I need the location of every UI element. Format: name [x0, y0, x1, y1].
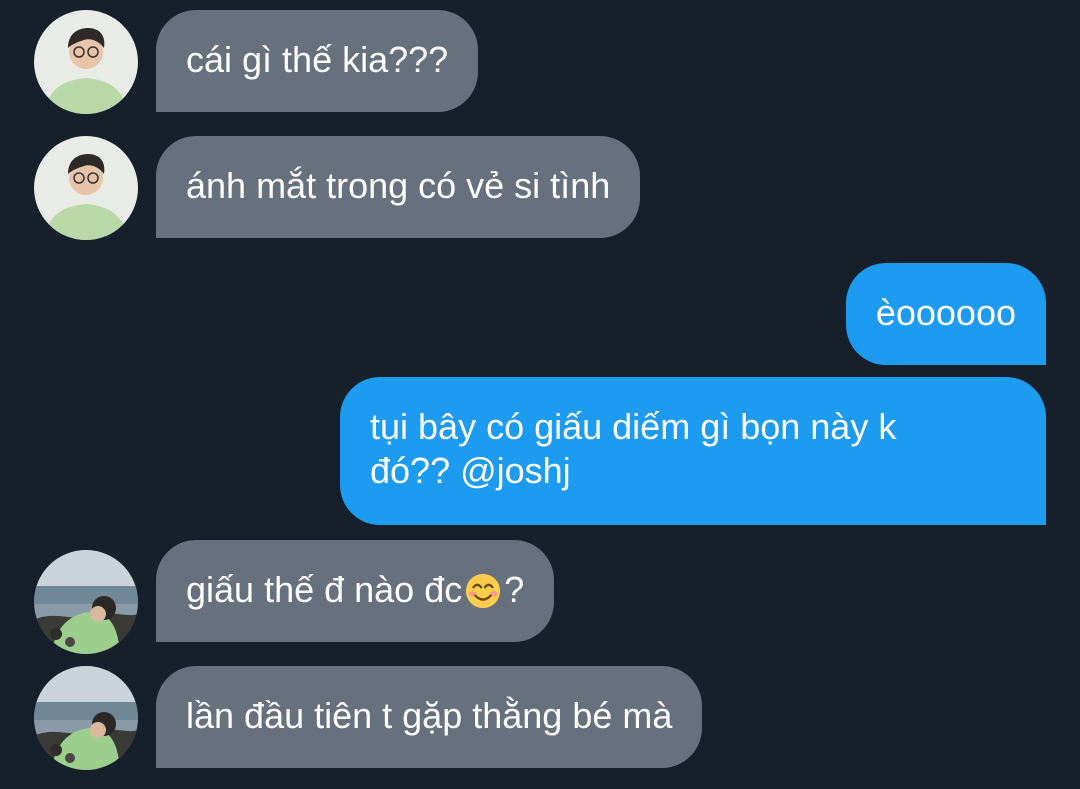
message-text: ánh mắt trong có vẻ si tình	[186, 165, 611, 206]
message-text: èoooooo	[875, 292, 1016, 333]
incoming-message-bubble[interactable]: ánh mắt trong có vẻ si tình	[156, 136, 641, 238]
message-row: giấu thế đ nào đc ?	[0, 540, 1080, 654]
message-row: cái gì thế kia???	[0, 10, 1080, 114]
avatar[interactable]	[34, 666, 138, 770]
user-avatar-icon	[34, 136, 138, 240]
message-text: cái gì thế kia???	[186, 39, 449, 80]
message-text-line: tụi bây có giấu diếm gì bọn này k	[370, 406, 897, 447]
user-avatar-icon	[34, 666, 138, 770]
message-text: lần đầu tiên t gặp thằng bé mà	[186, 695, 673, 736]
message-text: giấu thế đ nào đc	[186, 569, 463, 610]
message-row: èoooooo	[0, 263, 1080, 365]
user-avatar-icon	[34, 550, 138, 654]
message-text: ?	[504, 569, 525, 610]
incoming-message-bubble[interactable]: giấu thế đ nào đc ?	[156, 540, 555, 642]
message-row: tụi bây có giấu diếm gì bọn này k đó?? @…	[0, 377, 1080, 525]
incoming-message-bubble[interactable]: cái gì thế kia???	[156, 10, 479, 112]
outgoing-message-bubble[interactable]: èoooooo	[845, 263, 1046, 365]
outgoing-message-bubble[interactable]: tụi bây có giấu diếm gì bọn này k đó?? @…	[340, 377, 1046, 525]
message-text-line: đó?? @joshj	[370, 450, 571, 491]
message-row: lần đầu tiên t gặp thằng bé mà	[0, 666, 1080, 770]
message-row: ánh mắt trong có vẻ si tình	[0, 136, 1080, 240]
smiling-face-with-smiling-eyes-emoji-icon	[466, 573, 501, 609]
incoming-message-bubble[interactable]: lần đầu tiên t gặp thằng bé mà	[156, 666, 703, 768]
avatar[interactable]	[34, 136, 138, 240]
user-avatar-icon	[34, 10, 138, 114]
avatar[interactable]	[34, 550, 138, 654]
avatar[interactable]	[34, 10, 138, 114]
